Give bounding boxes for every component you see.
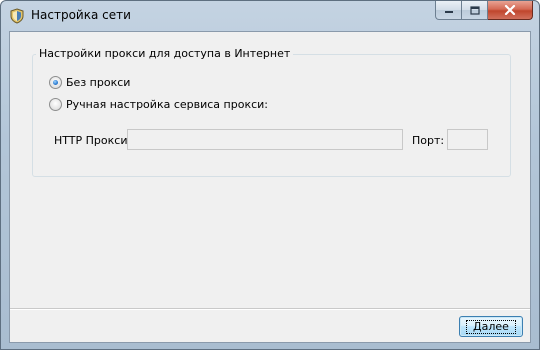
window-title: Настройка сети	[31, 8, 131, 22]
http-proxy-label: HTTP Прокси:	[54, 134, 132, 147]
http-proxy-input[interactable]	[127, 129, 403, 150]
caption-buttons	[435, 1, 533, 20]
next-button[interactable]: Далее	[459, 316, 523, 337]
minimize-icon	[444, 11, 453, 13]
network-shield-icon	[10, 8, 24, 24]
radio-no-proxy-label: Без прокси	[66, 76, 131, 89]
proxy-settings-groupbox	[32, 54, 511, 177]
minimize-button[interactable]	[435, 1, 462, 20]
radio-dot	[53, 80, 58, 85]
radio-manual-proxy-label: Ручная настройка сервиса прокси:	[66, 98, 268, 111]
radio-button-selected[interactable]	[49, 76, 62, 89]
radio-manual-proxy[interactable]: Ручная настройка сервиса прокси:	[49, 98, 268, 111]
close-icon	[504, 5, 516, 15]
dialog-client-area: Настройки прокси для доступа в Интернет …	[9, 31, 531, 343]
next-button-label: Далее	[466, 319, 516, 334]
radio-no-proxy[interactable]: Без прокси	[49, 76, 130, 89]
dialog-window: Настройка сети Настройки прокси для дост…	[0, 0, 540, 350]
close-button[interactable]	[488, 1, 533, 20]
maximize-icon	[469, 5, 480, 15]
proxy-settings-title: Настройки прокси для доступа в Интернет	[36, 47, 294, 60]
maximize-button[interactable]	[462, 1, 488, 20]
title-bar[interactable]: Настройка сети	[1, 1, 539, 31]
port-input[interactable]	[447, 129, 488, 150]
port-label: Порт:	[412, 134, 445, 147]
radio-button-unselected[interactable]	[49, 98, 62, 111]
footer-divider-highlight	[10, 309, 530, 310]
